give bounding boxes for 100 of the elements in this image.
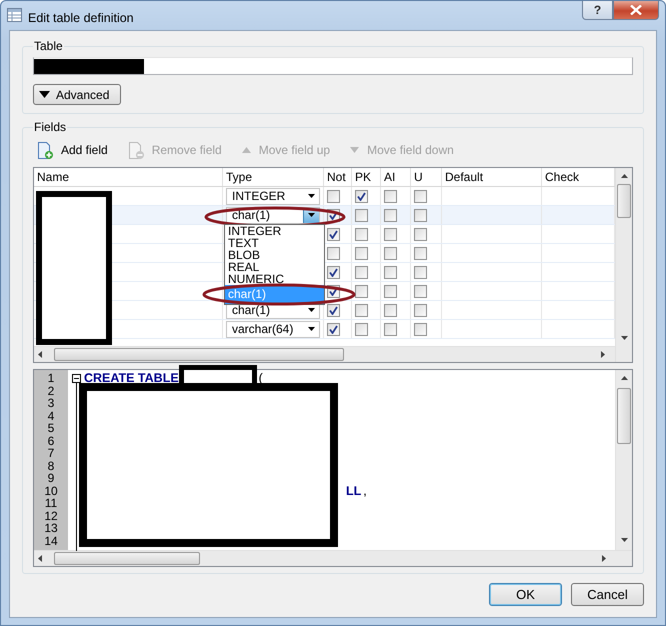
dropdown-item[interactable]: NUMERIC (225, 273, 324, 285)
vertical-scrollbar[interactable] (615, 168, 632, 362)
line-number: 10 (44, 484, 58, 497)
column-header[interactable]: U (411, 168, 442, 186)
checkbox[interactable] (414, 266, 427, 278)
checkbox[interactable] (327, 322, 340, 336)
dropdown-arrow-icon (308, 327, 314, 331)
type-combo[interactable]: varchar(64) (226, 320, 320, 338)
advanced-button[interactable]: Advanced (33, 84, 121, 105)
checkbox[interactable] (355, 228, 368, 240)
line-number: 5 (48, 422, 54, 434)
line-number: 11 (44, 497, 58, 510)
checkmark-icon (329, 286, 338, 296)
line-number: 1 (48, 372, 54, 384)
checkbox[interactable] (384, 208, 397, 222)
checkbox[interactable] (384, 284, 397, 298)
scrollbar-thumb[interactable] (54, 552, 200, 565)
add-document-icon (37, 142, 53, 158)
scroll-down-icon[interactable] (620, 538, 628, 542)
checkbox[interactable] (384, 228, 397, 240)
checkbox[interactable] (355, 246, 368, 260)
cancel-button[interactable]: Cancel (571, 583, 644, 606)
ok-button[interactable]: OK (489, 583, 562, 606)
dropdown-item[interactable]: BLOB (225, 249, 324, 261)
sql-keyword: CREATE TABLE (84, 372, 179, 384)
vertical-scrollbar[interactable] (615, 370, 632, 550)
checkmark-icon (329, 306, 338, 314)
line-number: 14 (44, 534, 58, 547)
table-name-field[interactable] (33, 57, 633, 75)
checkmark-icon (329, 268, 338, 276)
fold-icon[interactable] (72, 374, 81, 383)
type-combo[interactable]: INTEGER (226, 188, 320, 204)
column-header[interactable]: AI (381, 168, 411, 186)
checkbox[interactable] (414, 190, 427, 202)
checkbox[interactable] (355, 284, 368, 298)
checkbox[interactable] (327, 228, 340, 240)
toolbar-button[interactable]: Add field (37, 141, 108, 159)
close-button[interactable] (613, 1, 659, 20)
scroll-left-icon (38, 351, 42, 358)
scroll-right-icon[interactable] (602, 555, 606, 562)
scroll-left-icon[interactable] (38, 555, 42, 562)
scrollbar-thumb[interactable] (54, 348, 344, 361)
checkbox[interactable] (384, 266, 397, 278)
checkbox[interactable] (414, 322, 427, 336)
line-number: 3 (48, 397, 54, 410)
checkbox[interactable] (384, 304, 397, 316)
line-number: 7 (48, 447, 54, 460)
remove-document-icon (128, 142, 144, 158)
checkbox[interactable] (414, 304, 427, 316)
line-number: 9 (48, 472, 54, 484)
checkbox[interactable] (327, 246, 340, 260)
scroll-down-icon[interactable] (620, 336, 628, 340)
column-header[interactable]: Type (223, 168, 324, 186)
checkmark-icon (357, 192, 366, 200)
checkbox[interactable] (355, 322, 368, 336)
checkbox[interactable] (355, 208, 368, 222)
dropdown-arrow-icon (39, 91, 50, 98)
checkbox[interactable] (327, 304, 340, 316)
checkbox[interactable] (414, 208, 427, 222)
column-header[interactable]: Not (324, 168, 352, 186)
checkbox[interactable] (327, 190, 340, 202)
checkbox[interactable] (355, 190, 368, 202)
checkbox[interactable] (384, 246, 397, 260)
help-button[interactable]: ? (582, 1, 613, 20)
checkbox[interactable] (414, 228, 427, 240)
scrollbar-thumb[interactable] (617, 184, 631, 218)
line-number: 4 (48, 410, 54, 422)
dropdown-item[interactable]: TEXT (225, 237, 324, 249)
scroll-up-icon[interactable] (620, 174, 628, 178)
table-icon (7, 8, 22, 22)
dropdown-arrow-icon (308, 308, 314, 312)
checkbox[interactable] (414, 284, 427, 298)
checkbox[interactable] (355, 266, 368, 278)
dropdown-arrow-icon (308, 213, 315, 217)
line-number: 13 (44, 522, 58, 534)
window-title: Edit table definition (28, 10, 134, 27)
dropdown-item[interactable]: INTEGER (225, 225, 324, 237)
scrollbar-thumb[interactable] (617, 388, 631, 444)
column-header[interactable]: PK (352, 168, 381, 186)
horizontal-scrollbar[interactable] (34, 550, 632, 566)
column-header[interactable]: Default (442, 168, 542, 186)
scroll-right-icon (601, 351, 605, 358)
checkbox[interactable] (384, 322, 397, 336)
checkmark-icon (329, 324, 338, 334)
checkbox[interactable] (355, 304, 368, 316)
line-number: 8 (48, 460, 54, 472)
sql-keyword: LL (346, 484, 362, 497)
checkbox[interactable] (384, 190, 397, 202)
scroll-up-icon[interactable] (620, 376, 628, 380)
checkbox[interactable] (327, 266, 340, 278)
checkbox[interactable] (414, 246, 427, 260)
group-title: Table (33, 39, 64, 53)
group-title: Fields (33, 120, 68, 134)
code-text: , (362, 484, 367, 497)
horizontal-scrollbar[interactable] (34, 346, 615, 362)
column-header[interactable]: Name (34, 168, 223, 186)
arrow-up-icon (242, 147, 251, 153)
dropdown-item[interactable]: REAL (225, 261, 324, 273)
checkmark-icon (329, 230, 338, 238)
line-number: 12 (44, 510, 58, 522)
